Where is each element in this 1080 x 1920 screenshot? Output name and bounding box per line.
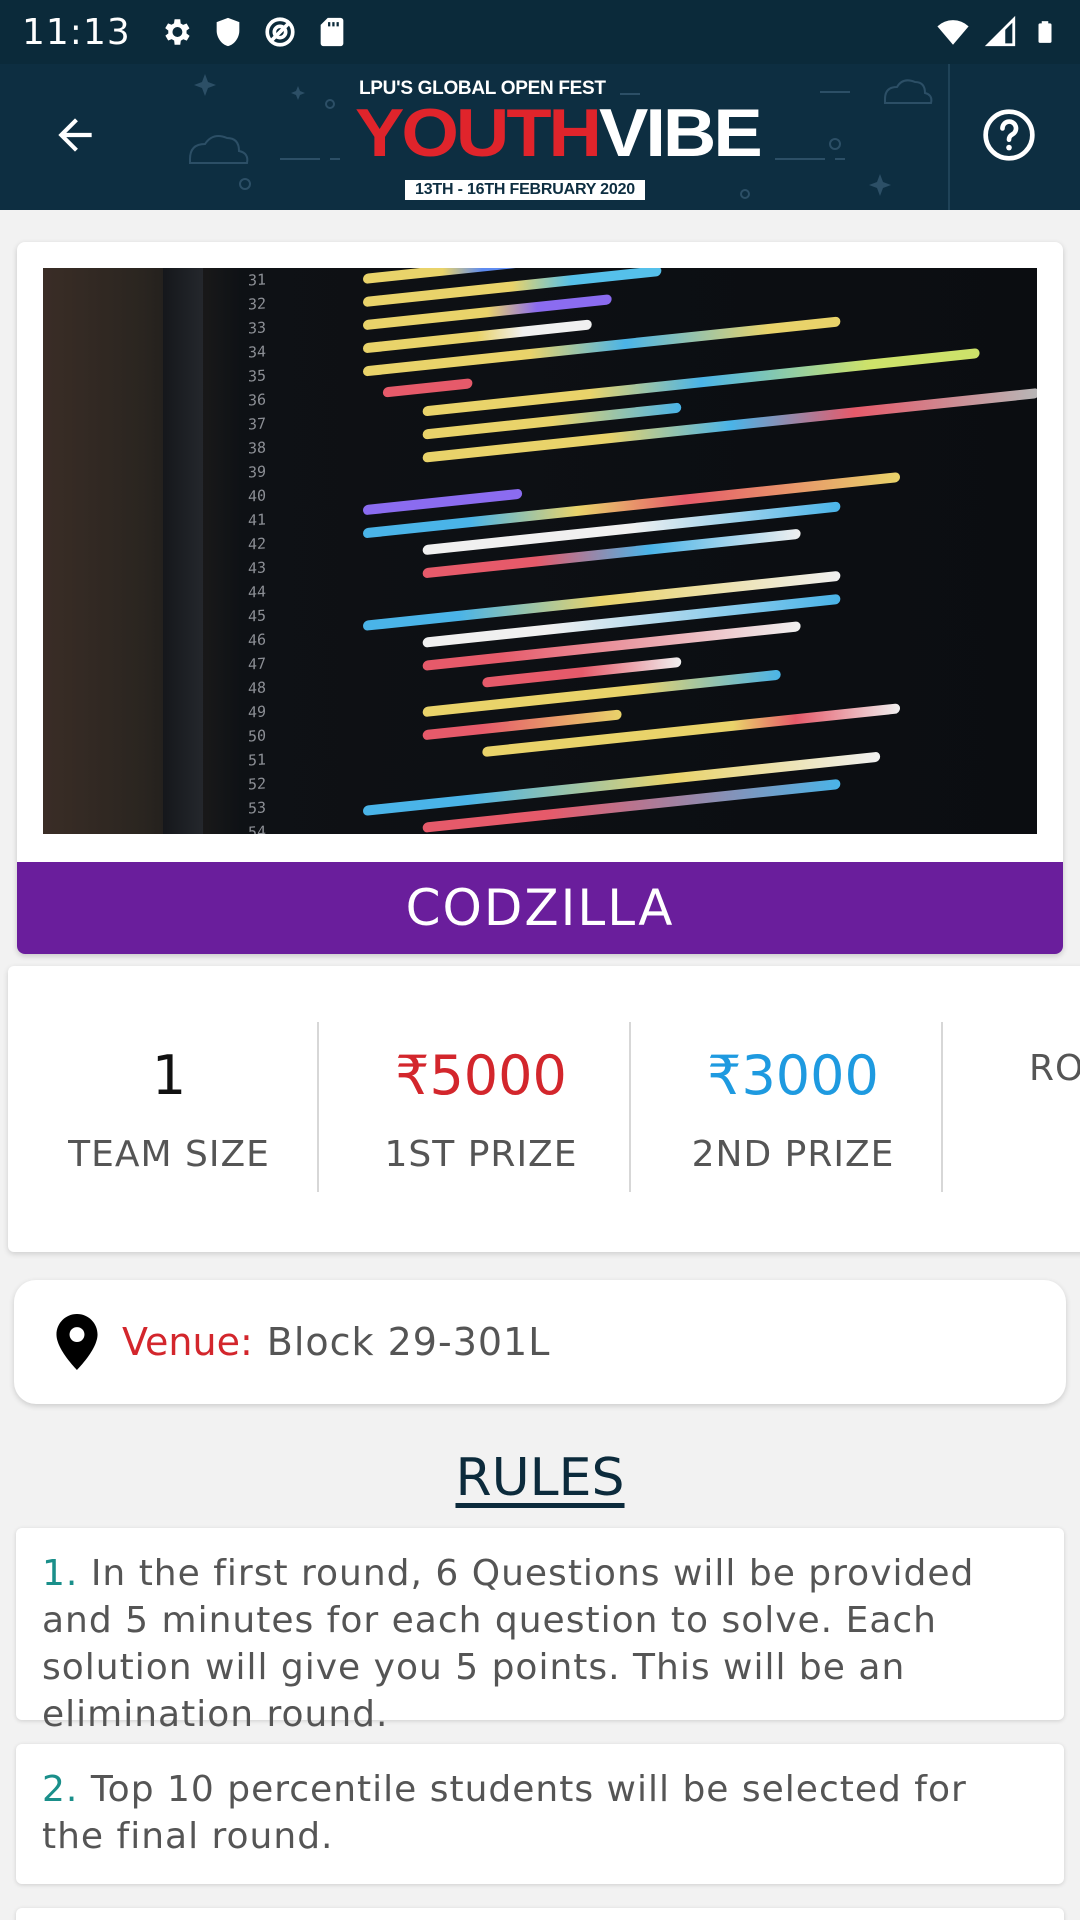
stat-label: TEAM SIZE <box>68 1134 270 1175</box>
status-bar: 11:13 <box>0 0 1080 64</box>
stat-label: 2ND PRIZE <box>691 1134 895 1175</box>
arrow-back-icon <box>58 118 92 152</box>
logo-dates: 13TH - 16TH FEBRUARY 2020 <box>405 180 645 200</box>
logo-word-vibe: VIBE <box>599 94 763 171</box>
app-logo: LPU'S GLOBAL OPEN FEST YOUTHVIBE 13TH - … <box>355 78 763 200</box>
rule-item: 2. Top 10 percentile students will be se… <box>16 1744 1064 1884</box>
stat-rounds: RO <box>949 1022 1080 1192</box>
stat-value: ₹5000 <box>395 1044 567 1107</box>
logo-word-youth: YOUTH <box>355 94 602 171</box>
event-image: 31 32 33 34 35 36 37 38 39 40 41 42 43 44 45 46 47 48 49 50… <box>43 268 1037 834</box>
venue-card: Venue: Block 29-301L <box>14 1280 1066 1404</box>
stat-value: ₹3000 <box>707 1044 879 1107</box>
stat-team-size: 1 TEAM SIZE <box>13 1022 325 1192</box>
venue-label: Venue: <box>122 1320 253 1364</box>
rule-number: 1. <box>42 1553 79 1594</box>
help-circle-icon <box>983 109 1035 161</box>
stat-label: RO <box>1029 1048 1080 1089</box>
back-button[interactable] <box>40 100 110 170</box>
event-title: CODZILLA <box>405 879 675 937</box>
header-divider <box>948 64 950 210</box>
event-card: 31 32 33 34 35 36 37 38 39 40 41 42 43 44 45 46 47 48 49 50… <box>17 242 1063 954</box>
monitor-bezel <box>163 268 203 834</box>
wifi-icon <box>937 20 969 45</box>
battery-icon <box>1038 21 1052 43</box>
stat-value: 1 <box>151 1044 187 1107</box>
rule-text: In the first round, 6 Questions will be … <box>42 1553 975 1735</box>
rule-item: 1. In the first round, 6 Questions will … <box>16 1528 1064 1735</box>
status-left-icons <box>159 15 349 49</box>
help-button[interactable] <box>970 96 1048 174</box>
location-pin-icon <box>56 1314 98 1370</box>
rule-text: Top 10 percentile students will be selec… <box>42 1769 967 1857</box>
stat-divider <box>941 1022 943 1192</box>
stat-divider <box>317 1022 319 1192</box>
status-time: 11:13 <box>22 11 131 53</box>
event-title-bar: CODZILLA <box>17 862 1063 954</box>
stat-divider <box>629 1022 631 1192</box>
app-bar: LPU'S GLOBAL OPEN FEST YOUTHVIBE 13TH - … <box>0 64 1080 210</box>
stat-first-prize: ₹5000 1ST PRIZE <box>325 1022 637 1192</box>
rules-heading: RULES <box>455 1448 625 1508</box>
status-right-icons <box>936 15 1058 49</box>
signal-icon <box>984 15 1016 47</box>
stat-second-prize: ₹3000 2ND PRIZE <box>637 1022 949 1192</box>
logo-wordmark: YOUTHVIBE <box>355 94 763 171</box>
rule-number: 2. <box>42 1769 79 1810</box>
stat-label: 1ST PRIZE <box>384 1134 578 1175</box>
gear-icon <box>164 19 190 45</box>
venue-value: Block 29-301L <box>266 1320 551 1364</box>
sd-card-icon <box>320 17 344 47</box>
rule-item-partial <box>16 1908 1064 1920</box>
code-line-numbers: 31 32 33 34 35 36 37 38 39 40 41 42 43 44 45 46 47 48 49 50… <box>248 270 267 834</box>
event-stats-row[interactable]: 1 TEAM SIZE ₹5000 1ST PRIZE ₹3000 2ND PR… <box>8 966 1080 1252</box>
vpn-icon <box>265 17 295 47</box>
code-lines <box>363 268 1037 834</box>
shield-icon <box>216 17 240 47</box>
